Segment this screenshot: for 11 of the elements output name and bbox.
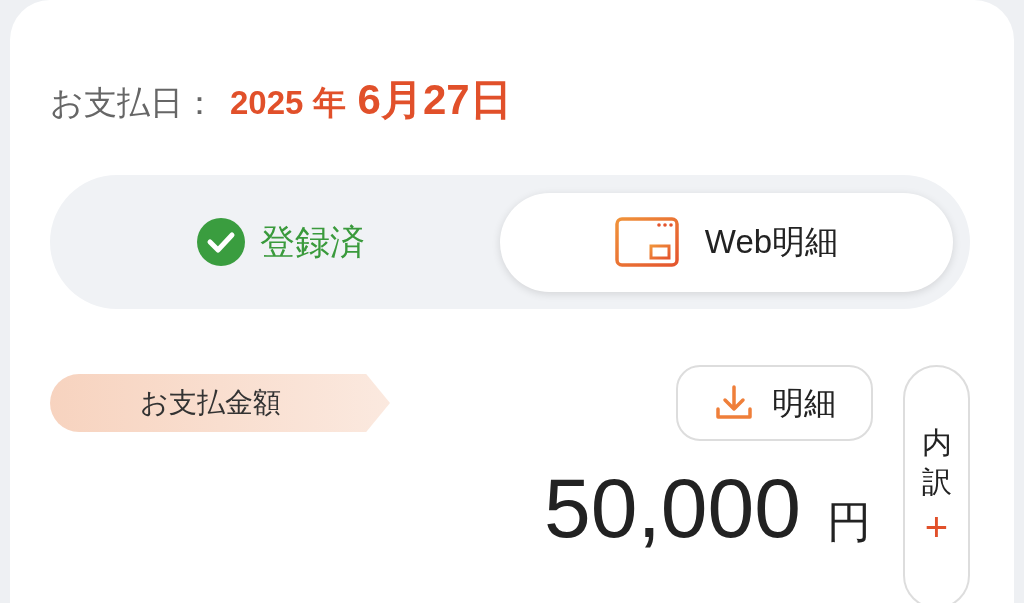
registration-status: 登録済 [259,220,365,263]
payment-day: 6月27日 [357,68,512,131]
amount-unit: 円 [827,496,871,548]
breakdown-button[interactable]: 内訳 + [903,365,970,603]
browser-window-icon [614,217,679,267]
web-statement-button[interactable]: Web明細 [500,192,953,292]
payment-date-label: お支払日： [50,83,216,123]
amount-value: 50,000 [544,466,801,550]
payment-year: 2025 年 [230,83,346,123]
statement-button[interactable]: 明細 [676,365,873,441]
amount-tag: お支払金額 [50,374,390,432]
